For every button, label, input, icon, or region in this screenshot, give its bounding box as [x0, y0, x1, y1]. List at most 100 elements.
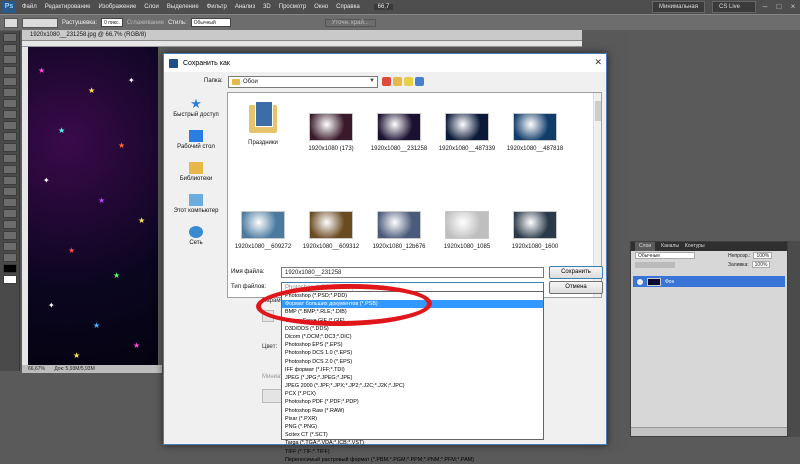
filetype-option[interactable]: Targa (*.TGA;*.VDA;*.ICB;*.VST) — [282, 439, 543, 447]
filetype-dropdown-list[interactable]: Photoshop (*.PSD;*.PDD) Формат больших д… — [281, 291, 544, 463]
filetype-option[interactable]: Переносимый растровый формат (*.PBM;*.PG… — [282, 456, 543, 464]
history-brush-tool-icon[interactable] — [2, 132, 17, 141]
scrollbar-thumb[interactable] — [595, 101, 601, 121]
folder-combo[interactable]: Обои ▼ — [228, 76, 378, 88]
zoom-tool-icon[interactable] — [2, 253, 17, 262]
dialog-close-icon[interactable]: ✕ — [594, 57, 602, 68]
dialog-titlebar[interactable]: Сохранить как — [164, 54, 606, 72]
dodge-tool-icon[interactable] — [2, 176, 17, 185]
menu-window[interactable]: Окно — [310, 4, 332, 10]
filetype-option[interactable]: PNG (*.PNG) — [282, 423, 543, 431]
filetype-option[interactable]: IFF формат (*.IFF;*.TDI) — [282, 366, 543, 374]
maximize-icon[interactable]: □ — [772, 1, 786, 13]
hand-tool-icon[interactable] — [2, 242, 17, 251]
lock-icons[interactable] — [635, 261, 675, 268]
filetype-option[interactable]: JPEG (*.JPG;*.JPEG;*.JPE) — [282, 374, 543, 382]
filetype-option[interactable]: CompuServe GIF (*.GIF) — [282, 317, 543, 325]
file-item[interactable]: 1920x1080__609312 — [296, 211, 366, 250]
path-select-tool-icon[interactable] — [2, 209, 17, 218]
marquee-tool-icon[interactable] — [2, 44, 17, 53]
minimize-icon[interactable]: – — [758, 1, 772, 13]
place-this-pc[interactable]: Этот компьютер — [167, 194, 225, 214]
stamp-tool-icon[interactable] — [2, 121, 17, 130]
options-checkbox[interactable] — [262, 310, 274, 322]
file-item[interactable]: 1920x1080 (173) — [296, 113, 366, 152]
filetype-option[interactable]: Photoshop Raw (*.RAW) — [282, 407, 543, 415]
filetype-option[interactable]: Photoshop EPS (*.EPS) — [282, 341, 543, 349]
filetype-option[interactable]: JPEG 2000 (*.JPF;*.JPX;*.JP2;*.J2C;*.J2K… — [282, 382, 543, 390]
filetype-option[interactable]: BMP (*.BMP;*.RLE;*.DIB) — [282, 308, 543, 316]
menu-help[interactable]: Справка — [332, 4, 364, 10]
smooth-checkbox[interactable]: Сглаживание — [127, 20, 164, 26]
filetype-option[interactable]: Scitex CT (*.SCT) — [282, 431, 543, 439]
tab-channels[interactable]: Каналы — [661, 242, 679, 251]
refine-edge-button[interactable]: Уточн. край... — [324, 18, 376, 27]
file-item-folder[interactable]: Праздники — [228, 101, 298, 146]
document-tab[interactable]: 1920x1080__231258.jpg @ 66,7% (RGB/8) — [22, 30, 582, 41]
layer-row[interactable]: Фон — [633, 276, 785, 287]
gradient-tool-icon[interactable] — [2, 154, 17, 163]
file-item[interactable]: 1920x1080__609272 — [228, 211, 298, 250]
menu-filter[interactable]: Фильтр — [203, 4, 231, 10]
cs-live-button[interactable]: CS Live — [712, 1, 756, 13]
back-icon[interactable] — [382, 77, 391, 86]
menu-select[interactable]: Выделение — [163, 4, 203, 10]
file-item[interactable]: 1920x1080__231258 — [364, 113, 434, 152]
filetype-option[interactable]: TIFF (*.TIF;*.TIFF) — [282, 448, 543, 456]
place-network[interactable]: Сеть — [167, 226, 225, 246]
document-canvas[interactable]: ★ ★ ✦ ★ ★ ✦ ★ ★ ★ ★ ✦ ★ ★ ★ — [28, 47, 158, 365]
file-item[interactable]: 1920x1080__487818 — [500, 113, 570, 152]
visibility-eye-icon[interactable] — [637, 278, 643, 285]
blur-tool-icon[interactable] — [2, 165, 17, 174]
up-folder-icon[interactable] — [393, 77, 402, 86]
marquee-tool-icon[interactable] — [4, 17, 18, 28]
filetype-option[interactable]: Photoshop PDF (*.PDF;*.PDP) — [282, 398, 543, 406]
menu-layers[interactable]: Слои — [140, 4, 163, 10]
zoom-level-box[interactable]: 66,7 — [373, 4, 394, 10]
file-item[interactable]: 1920x1080_1085 — [432, 211, 502, 250]
opacity-input[interactable]: 100% — [753, 252, 773, 259]
fill-input[interactable]: 100% — [751, 261, 771, 268]
eraser-tool-icon[interactable] — [2, 143, 17, 152]
workspace-button[interactable]: Минимальная — [652, 1, 706, 13]
3d-tool-icon[interactable] — [2, 231, 17, 240]
shape-tool-icon[interactable] — [2, 220, 17, 229]
brush-tool-icon[interactable] — [2, 110, 17, 119]
filetype-option[interactable]: Photoshop (*.PSD;*.PDD) — [282, 292, 543, 300]
filetype-option[interactable]: Photoshop DCS 1.0 (*.EPS) — [282, 349, 543, 357]
selection-mode-icons[interactable] — [22, 17, 58, 28]
tab-paths[interactable]: Контуры — [685, 242, 705, 251]
zoom-status[interactable]: 66,67% — [28, 366, 45, 372]
style-select[interactable]: Обычный — [190, 18, 231, 27]
filetype-option-selected[interactable]: Формат больших документов (*.PSB) — [282, 300, 543, 309]
feather-input[interactable]: 0 пикс. — [101, 18, 123, 27]
place-desktop[interactable]: Рабочий стол — [167, 130, 225, 150]
place-quick-access[interactable]: ★ Быстрый доступ — [167, 97, 225, 118]
menu-3d[interactable]: 3D — [259, 4, 275, 10]
menu-view[interactable]: Просмотр — [275, 4, 310, 10]
pen-tool-icon[interactable] — [2, 187, 17, 196]
blend-mode-select[interactable]: Обычные — [635, 252, 695, 259]
crop-tool-icon[interactable] — [2, 77, 17, 86]
filetype-option[interactable]: D3D/DDS (*.DDS) — [282, 325, 543, 333]
filetype-option[interactable]: PCX (*.PCX) — [282, 390, 543, 398]
file-item[interactable]: 1920x1080_1600 — [500, 211, 570, 250]
foreground-color-swatch[interactable] — [2, 264, 17, 273]
view-menu-icon[interactable] — [415, 77, 424, 86]
background-color-swatch[interactable] — [2, 275, 17, 284]
menu-file[interactable]: Файл — [18, 4, 41, 10]
filename-input[interactable]: 1920x1080__231258 — [281, 267, 544, 278]
file-item[interactable]: 1920x1080__487339 — [432, 113, 502, 152]
menu-analysis[interactable]: Анализ — [231, 4, 259, 10]
healing-tool-icon[interactable] — [2, 99, 17, 108]
menu-image[interactable]: Изображение — [94, 4, 140, 10]
type-tool-icon[interactable] — [2, 198, 17, 207]
lasso-tool-icon[interactable] — [2, 55, 17, 64]
cancel-button[interactable]: Отмена — [549, 281, 603, 294]
filetype-option[interactable]: Photoshop DCS 2.0 (*.EPS) — [282, 358, 543, 366]
place-libraries[interactable]: Библиотеки — [167, 162, 225, 182]
tab-layers[interactable]: Слои — [635, 242, 656, 251]
filetype-option[interactable]: Dicom (*.DCM;*.DC3;*.DIC) — [282, 333, 543, 341]
menu-edit[interactable]: Редактирование — [41, 4, 95, 10]
move-tool-icon[interactable] — [2, 33, 17, 42]
